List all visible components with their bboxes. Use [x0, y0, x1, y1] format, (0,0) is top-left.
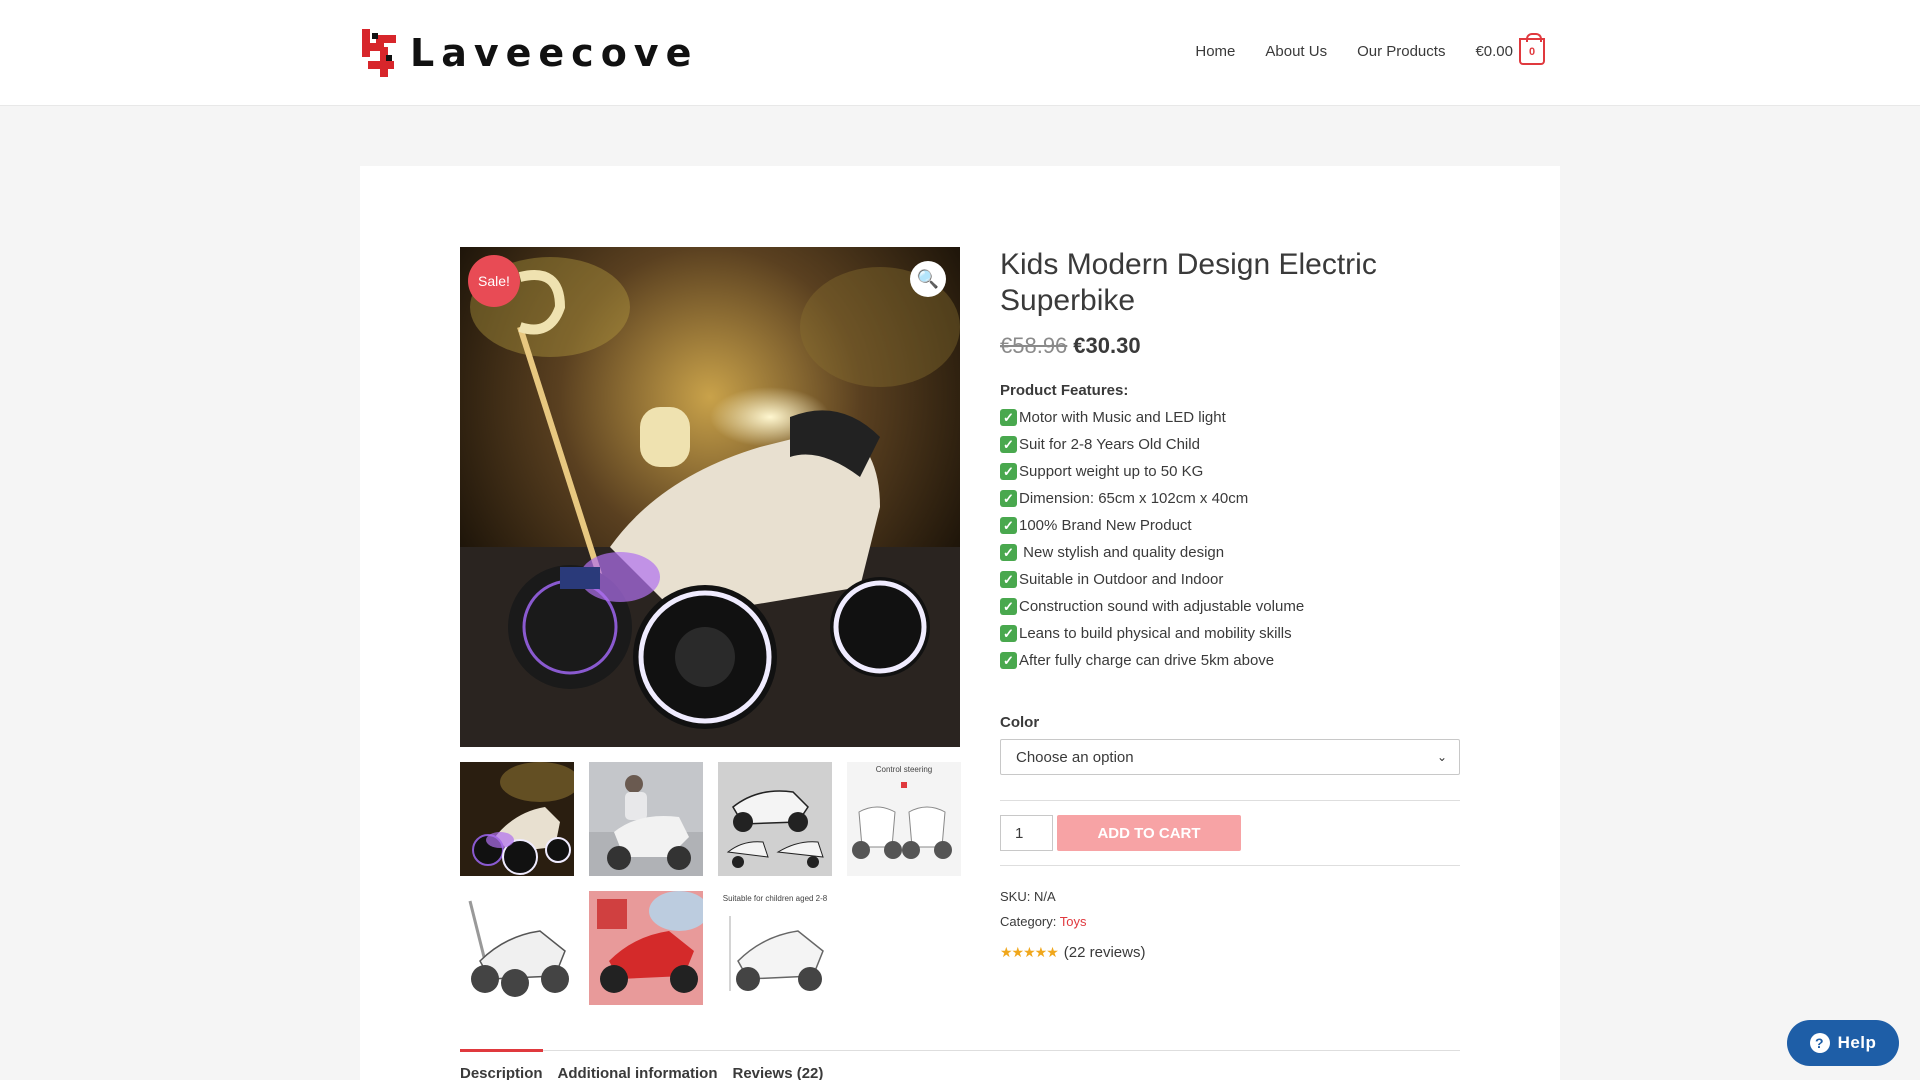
- thumb-control-steering-photo: [847, 762, 961, 876]
- feature-text: Suitable in Outdoor and Indoor: [1019, 571, 1224, 588]
- check-icon: ✓: [1000, 409, 1017, 426]
- feature-item: ✓ After fully charge can drive 5km above: [1000, 647, 1460, 674]
- regular-price: €58.96: [1000, 333, 1068, 358]
- feature-text: 100% Brand New Product: [1019, 517, 1192, 534]
- help-question-icon: ?: [1809, 1033, 1830, 1053]
- product-tabs: Description Additional information Revie…: [460, 1049, 1460, 1080]
- thumb-bike-variants-photo: [718, 762, 832, 876]
- product-main-image[interactable]: Sale! 🔍: [460, 247, 960, 747]
- product-title: Kids Modern Design Electric Superbike: [1000, 248, 1377, 317]
- add-to-cart-row: 1 ADD TO CART: [1000, 801, 1460, 865]
- thumbnail-1[interactable]: [460, 762, 574, 876]
- features-heading: Product Features:: [1000, 382, 1129, 399]
- thumb-red-bike-photo: [589, 891, 703, 1005]
- sale-price: €30.30: [1073, 333, 1141, 358]
- feature-text: Support weight up to 50 KG: [1019, 463, 1204, 480]
- thumb-age-suitability-photo: [718, 891, 832, 1005]
- feature-text: Leans to build physical and mobility ski…: [1019, 625, 1292, 642]
- feature-item: ✓ Leans to build physical and mobility sk…: [1000, 620, 1460, 647]
- cart-bag-icon: 0: [1519, 33, 1545, 65]
- superbike-photo: [460, 247, 960, 747]
- thumb-child-riding-photo: [589, 762, 703, 876]
- check-icon: ✓: [1000, 598, 1017, 615]
- feature-text: Suit for 2-8 Years Old Child: [1019, 436, 1200, 453]
- feature-item: ✓ New stylish and quality design: [1000, 539, 1460, 566]
- logo-text: Laveecove: [410, 31, 699, 75]
- feature-text: New stylish and quality design: [1019, 544, 1225, 561]
- tab-reviews[interactable]: Reviews (22): [733, 1051, 824, 1080]
- check-icon: ✓: [1000, 517, 1017, 534]
- check-icon: ✓: [1000, 463, 1017, 480]
- check-icon: ✓: [1000, 571, 1017, 588]
- header-cart[interactable]: €0.00 0: [1475, 33, 1545, 65]
- color-select-value: Choose an option: [1016, 748, 1134, 766]
- check-icon: ✓: [1000, 436, 1017, 453]
- check-icon: ✓: [1000, 544, 1017, 561]
- feature-text: Motor with Music and LED light: [1019, 409, 1226, 426]
- thumbnail-2[interactable]: [589, 762, 703, 876]
- zoom-icon[interactable]: 🔍: [910, 261, 946, 297]
- site-logo[interactable]: Laveecove: [360, 26, 698, 80]
- feature-item: ✓ Suitable in Outdoor and Indoor: [1000, 566, 1460, 593]
- sku-value: N/A: [1033, 889, 1056, 904]
- sku-row: SKU: N/A: [1000, 884, 1460, 909]
- product-features: Product Features: ✓ Motor with Music and …: [1000, 377, 1460, 674]
- feature-item: ✓ Support weight up to 50 KG: [1000, 458, 1460, 485]
- quantity-input[interactable]: 1: [1000, 815, 1053, 851]
- thumbnail-3[interactable]: [718, 762, 832, 876]
- cart-total: €0.00: [1475, 43, 1513, 60]
- nav-about-us[interactable]: About Us: [1265, 43, 1327, 60]
- thumbnail-7[interactable]: Suitable for children aged 2-8: [718, 891, 832, 1005]
- category-link[interactable]: Toys: [1060, 914, 1087, 929]
- feature-text: Dimension: 65cm x 102cm x 40cm: [1019, 490, 1249, 507]
- help-label: Help: [1837, 1033, 1877, 1052]
- add-to-cart-button[interactable]: ADD TO CART: [1057, 815, 1241, 851]
- color-label: Color: [1000, 714, 1040, 731]
- reviews-link[interactable]: (22 reviews): [1064, 944, 1146, 961]
- check-icon: ✓: [1000, 490, 1017, 507]
- thumbnail-4[interactable]: Control steering: [847, 762, 961, 876]
- feature-text: After fully charge can drive 5km above: [1019, 652, 1275, 669]
- thumbnail-caption: Control steering: [875, 765, 933, 774]
- category-label: Category:: [1000, 914, 1057, 929]
- help-button[interactable]: ? Help: [1787, 1020, 1899, 1066]
- tab-additional-information[interactable]: Additional information: [558, 1051, 718, 1080]
- thumbnail-6[interactable]: [589, 891, 703, 1005]
- nav-our-products[interactable]: Our Products: [1357, 43, 1445, 60]
- thumbnail-5[interactable]: [460, 891, 574, 1005]
- chevron-down-icon: ⌄: [1436, 750, 1447, 764]
- divider: [1000, 865, 1460, 866]
- check-icon: ✓: [1000, 652, 1017, 669]
- sale-badge: Sale!: [468, 255, 520, 307]
- feature-item: ✓ Motor with Music and LED light: [1000, 404, 1460, 431]
- feature-text: Construction sound with adjustable volum…: [1019, 598, 1305, 615]
- product-price: €58.96 €30.30: [1000, 333, 1460, 359]
- product-summary: Kids Modern Design Electric Superbike €5…: [1000, 247, 1460, 961]
- category-row: Category: Toys: [1000, 909, 1460, 934]
- logo-mark-icon: [362, 29, 396, 77]
- sku-label: SKU:: [1000, 889, 1031, 904]
- check-icon: ✓: [1000, 625, 1017, 642]
- color-select[interactable]: Choose an option ⌄: [1000, 739, 1460, 775]
- product-rating: ★★★★★ (22 reviews): [1000, 944, 1460, 961]
- feature-item: ✓ Dimension: 65cm x 102cm x 40cm: [1000, 485, 1460, 512]
- nav-home[interactable]: Home: [1195, 43, 1235, 60]
- product-card: Sale! 🔍 Control steering Suitable for ch…: [360, 166, 1560, 1080]
- feature-item: ✓ Suit for 2-8 Years Old Child: [1000, 431, 1460, 458]
- thumb-white-bike-photo: [460, 891, 574, 1005]
- main-nav: Home About Us Our Products €0.00 0: [1165, 33, 1545, 65]
- product-meta: SKU: N/A Category: Toys: [1000, 884, 1460, 934]
- site-header: Laveecove Home About Us Our Products €0.…: [0, 0, 1920, 106]
- thumbnail-caption: Suitable for children aged 2-8: [722, 894, 828, 903]
- cart-count: 0: [1528, 45, 1536, 58]
- feature-item: ✓ Construction sound with adjustable volu…: [1000, 593, 1460, 620]
- tab-description[interactable]: Description: [460, 1049, 543, 1080]
- star-rating-icon: ★★★★★: [1000, 944, 1059, 960]
- feature-item: ✓ 100% Brand New Product: [1000, 512, 1460, 539]
- thumb-night-photo: [460, 762, 574, 876]
